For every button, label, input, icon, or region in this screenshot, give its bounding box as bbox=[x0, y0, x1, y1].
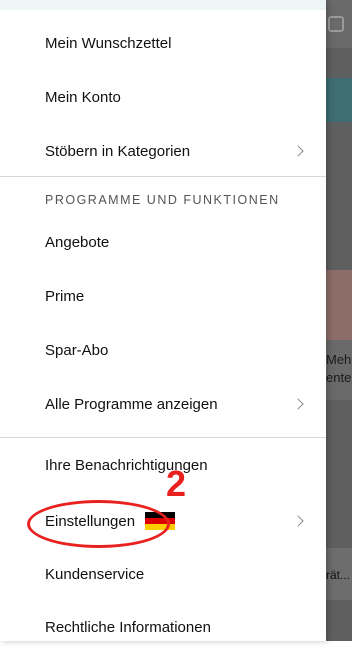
background-text-line: ente bbox=[326, 370, 352, 385]
menu-item-deals[interactable]: Angebote bbox=[0, 215, 326, 269]
menu-item-subscribe-save[interactable]: Spar-Abo bbox=[0, 323, 326, 377]
annotation-highlight-ellipse bbox=[27, 500, 170, 548]
menu-item-label: Spar-Abo bbox=[45, 341, 109, 359]
menu-item-label: Mein Wunschzettel bbox=[45, 34, 172, 52]
menu-item-account[interactable]: Mein Konto bbox=[0, 70, 326, 124]
menu-item-label: Kundenservice bbox=[45, 565, 145, 583]
background-text-line: Meh bbox=[326, 352, 352, 367]
menu-item-customer-service[interactable]: Kundenservice bbox=[0, 547, 326, 601]
menu-item-label: Alle Programme anzeigen bbox=[45, 395, 218, 413]
navigation-drawer: Mein Wunschzettel Mein Konto Stöbern in … bbox=[0, 0, 326, 641]
section-header-programs: PROGRAMME UND FUNKTIONEN bbox=[45, 193, 280, 207]
menu-item-prime[interactable]: Prime bbox=[0, 269, 326, 323]
menu-item-legal-info[interactable]: Rechtliche Informationen bbox=[0, 600, 326, 654]
camera-icon bbox=[328, 16, 344, 32]
menu-item-label: Mein Konto bbox=[45, 88, 121, 106]
menu-item-label: Angebote bbox=[45, 233, 110, 251]
chevron-right-icon bbox=[292, 145, 304, 157]
background-app: Meh ente rät... bbox=[326, 0, 352, 641]
background-bar-text: rät... bbox=[326, 568, 351, 582]
chevron-right-icon bbox=[292, 398, 304, 410]
menu-item-label: Stöbern in Kategorien bbox=[45, 142, 191, 160]
background-search-bar bbox=[326, 0, 352, 48]
menu-item-notifications[interactable]: Ihre Benachrichtigungen bbox=[0, 438, 326, 492]
drawer-top-strip bbox=[0, 0, 326, 10]
menu-item-label: Rechtliche Informationen bbox=[45, 618, 211, 636]
menu-item-browse-categories[interactable]: Stöbern in Kategorien bbox=[0, 124, 326, 178]
chevron-right-icon bbox=[292, 515, 304, 527]
annotation-step-number: 2 bbox=[166, 463, 187, 504]
background-banner bbox=[326, 78, 352, 122]
menu-item-all-programs[interactable]: Alle Programme anzeigen bbox=[0, 377, 326, 431]
section-divider bbox=[0, 176, 326, 177]
menu-item-wishlist[interactable]: Mein Wunschzettel bbox=[0, 16, 326, 70]
menu-item-label: Prime bbox=[45, 287, 85, 305]
background-product-image bbox=[326, 270, 352, 340]
